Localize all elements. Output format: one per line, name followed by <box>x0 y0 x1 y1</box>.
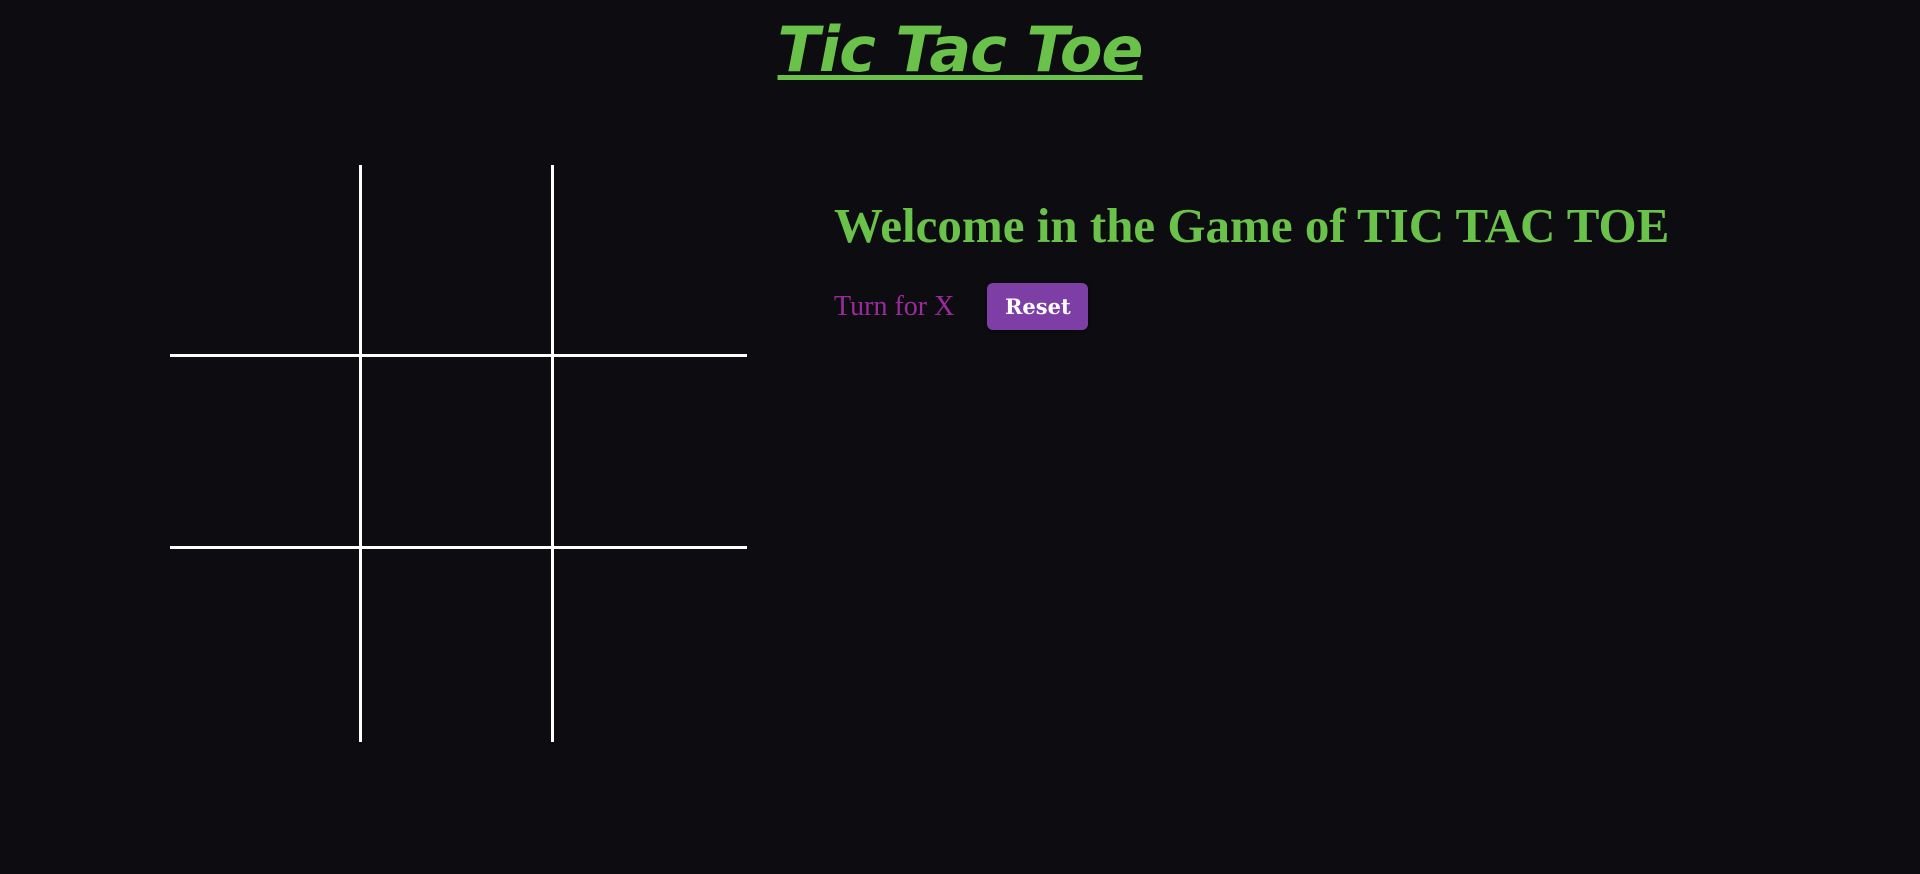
page-title: Tic Tac Toe <box>777 13 1144 86</box>
game-board <box>170 165 747 742</box>
board-cell-6[interactable] <box>554 357 747 549</box>
turn-row: Turn for X Reset <box>834 283 1669 330</box>
reset-button[interactable]: Reset <box>987 283 1089 330</box>
board-cell-7[interactable] <box>170 549 362 742</box>
board-cell-5[interactable] <box>362 357 554 549</box>
board-cell-1[interactable] <box>170 165 362 357</box>
board-cell-2[interactable] <box>362 165 554 357</box>
board-cell-3[interactable] <box>554 165 747 357</box>
info-panel: Welcome in the Game of TIC TAC TOE Turn … <box>834 196 1669 330</box>
welcome-heading: Welcome in the Game of TIC TAC TOE <box>834 198 1670 253</box>
turn-indicator: Turn for X <box>834 290 955 322</box>
board-cell-8[interactable] <box>362 549 554 742</box>
board-cell-9[interactable] <box>554 549 747 742</box>
board-cell-4[interactable] <box>170 357 362 549</box>
page-title-wrapper: Tic Tac Toe <box>0 14 1920 86</box>
